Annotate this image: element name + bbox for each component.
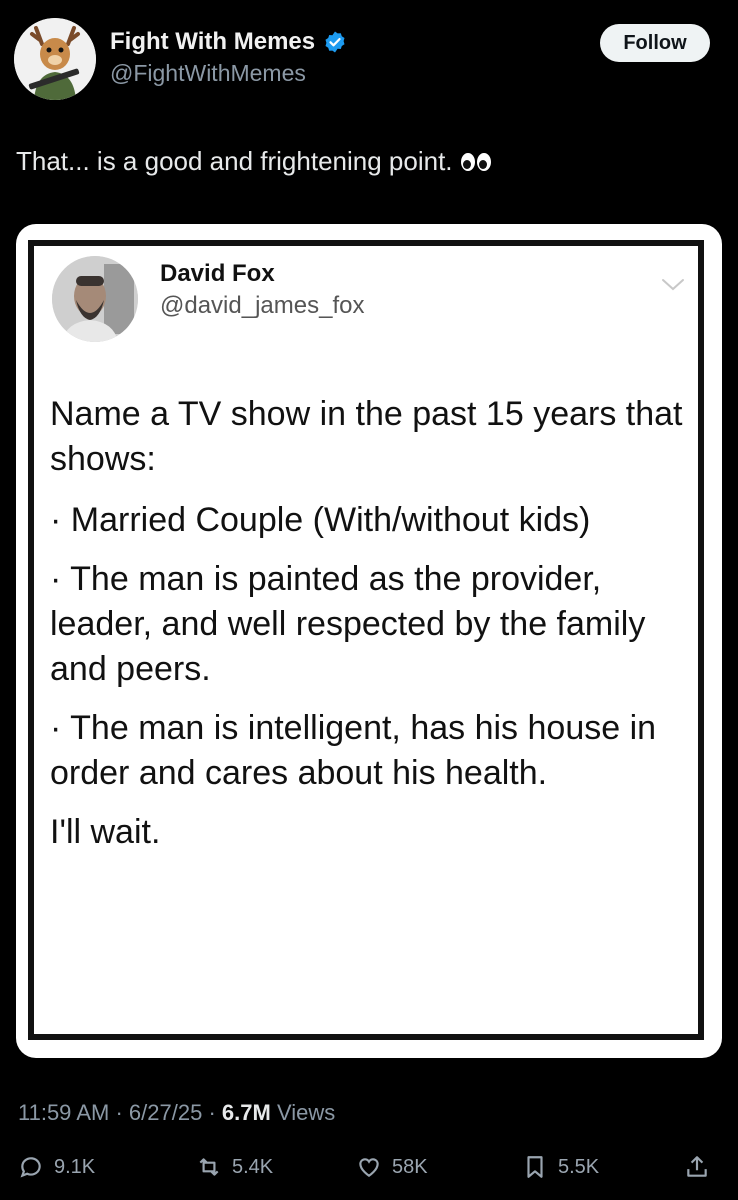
tweet-header: Fight With Memes @FightWithMemes Follow — [14, 18, 724, 108]
action-bar: 9.1K 5.4K 58K 5.5K — [0, 1154, 738, 1194]
tweet-text: That... is a good and frightening point. — [16, 146, 453, 176]
quoted-text: Name a TV show in the past 15 years that… — [50, 392, 690, 871]
repost-button[interactable]: 5.4K — [196, 1154, 273, 1180]
tweet-media[interactable]: David Fox @david_james_fox Name a TV sho… — [16, 224, 722, 1058]
eyes-emoji-icon — [460, 152, 491, 171]
author-names: Fight With Memes @FightWithMemes — [110, 28, 347, 87]
views-count: 6.7M — [221, 1100, 271, 1125]
share-button[interactable] — [684, 1154, 710, 1180]
quoted-paragraph: · The man is painted as the provider, le… — [50, 560, 646, 688]
reply-button[interactable]: 9.1K — [18, 1154, 95, 1180]
quoted-tweet-screenshot: David Fox @david_james_fox Name a TV sho… — [28, 240, 704, 1040]
quoted-paragraph: I'll wait. — [50, 813, 161, 851]
reply-count: 9.1K — [54, 1155, 96, 1178]
quoted-paragraph: Name a TV show in the past 15 years that… — [50, 395, 683, 478]
verified-badge-icon — [325, 31, 345, 53]
quoted-paragraph: · Married Couple (With/without kids) — [50, 501, 591, 539]
author-display-name[interactable]: Fight With Memes — [110, 28, 315, 56]
bookmark-count: 5.5K — [558, 1155, 600, 1178]
tweet-date[interactable]: 6/27/25 — [129, 1100, 202, 1125]
like-button[interactable]: 58K — [356, 1154, 428, 1180]
bookmark-button[interactable]: 5.5K — [522, 1154, 599, 1180]
quoted-handle: @david_james_fox — [160, 292, 365, 319]
like-icon — [359, 1158, 379, 1177]
chevron-down-icon — [662, 279, 684, 291]
follow-button[interactable]: Follow — [600, 24, 710, 62]
repost-count: 5.4K — [232, 1155, 274, 1178]
tweet-time[interactable]: 11:59 AM — [18, 1100, 109, 1125]
quoted-paragraph: · The man is intelligent, has his house … — [50, 709, 657, 792]
quoted-author-avatar — [52, 256, 138, 342]
reply-icon — [20, 1157, 41, 1178]
repost-icon — [199, 1158, 219, 1176]
quoted-author-names: David Fox @david_james_fox — [160, 260, 364, 320]
author-handle[interactable]: @FightWithMemes — [110, 60, 347, 87]
quoted-display-name: David Fox — [160, 260, 275, 287]
like-count: 58K — [392, 1155, 428, 1178]
author-avatar[interactable] — [14, 18, 96, 100]
tweet-text-row: That... is a good and frightening point. — [16, 146, 491, 177]
bookmark-icon — [527, 1156, 543, 1178]
views-label: Views — [276, 1100, 336, 1125]
tweet-meta: 11:59 AM · 6/27/25 · 6.7M Views — [18, 1100, 336, 1125]
share-icon — [687, 1156, 707, 1177]
